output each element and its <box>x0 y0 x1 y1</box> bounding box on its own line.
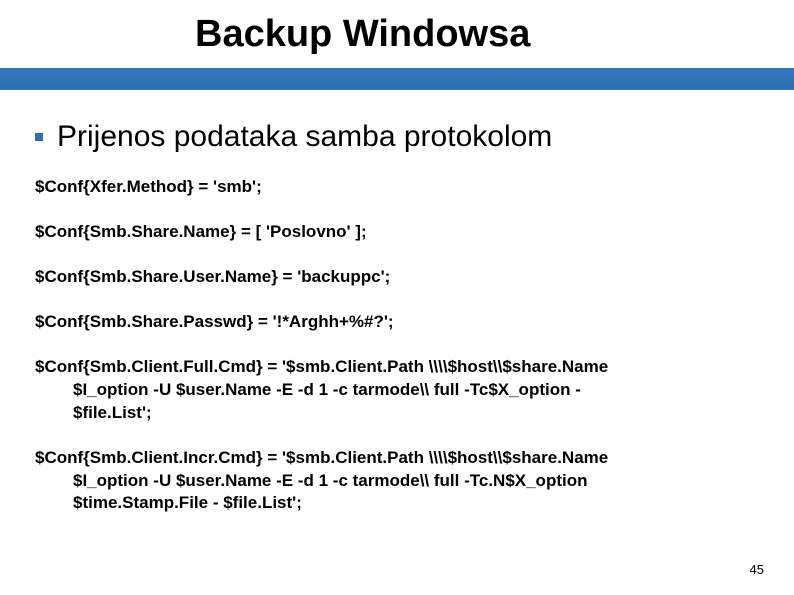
config-block-fullcmd: $Conf{Smb.Client.Full.Cmd} = '$smb.Clien… <box>35 356 759 425</box>
slide-title: Backup Windowsa <box>195 13 530 56</box>
header-band: Backup Windowsa <box>0 0 794 90</box>
config-incrcmd-line3: $time.Stamp.File - $file.List'; <box>35 492 759 515</box>
slide-content: Prijenos podataka samba protokolom $Conf… <box>0 90 794 515</box>
config-fullcmd-line1: $Conf{Smb.Client.Full.Cmd} = '$smb.Clien… <box>35 357 608 376</box>
bullet-icon <box>35 133 43 141</box>
config-line-passwd: $Conf{Smb.Share.Passwd} = '!*Arghh+%#?'; <box>35 311 759 334</box>
title-bar: Backup Windowsa <box>0 0 794 68</box>
config-block-incrcmd: $Conf{Smb.Client.Incr.Cmd} = '$smb.Clien… <box>35 447 759 516</box>
config-incrcmd-line1: $Conf{Smb.Client.Incr.Cmd} = '$smb.Clien… <box>35 448 608 467</box>
page-number: 45 <box>750 562 764 577</box>
config-incrcmd-line2: $I_option -U $user.Name -E -d 1 -c tarmo… <box>35 470 759 493</box>
config-line-username: $Conf{Smb.Share.User.Name} = 'backuppc'; <box>35 266 759 289</box>
config-line-sharename: $Conf{Smb.Share.Name} = [ 'Poslovno' ]; <box>35 221 759 244</box>
config-fullcmd-line3: $file.List'; <box>35 402 759 425</box>
bullet-text: Prijenos podataka samba protokolom <box>57 120 552 154</box>
bullet-row: Prijenos podataka samba protokolom <box>35 120 759 154</box>
config-line-xfermethod: $Conf{Xfer.Method} = 'smb'; <box>35 176 759 199</box>
config-fullcmd-line2: $I_option -U $user.Name -E -d 1 -c tarmo… <box>35 379 759 402</box>
